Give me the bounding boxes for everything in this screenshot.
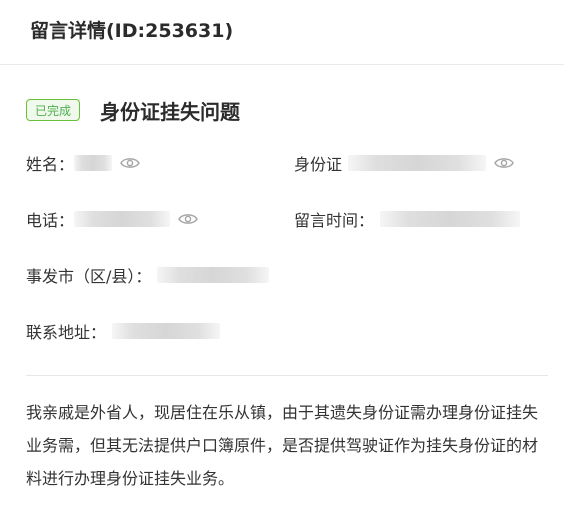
name-masked-value — [74, 155, 113, 171]
eye-icon[interactable] — [178, 212, 198, 226]
phone-masked-value — [74, 211, 171, 227]
address-label: 联系地址： — [26, 323, 107, 342]
message-description: 我亲戚是外省人，现居住在乐从镇，由于其遗失身份证需办理身份证挂失业务需，但其无法… — [26, 403, 539, 488]
page-header: 留言详情(ID:253631) — [0, 0, 564, 65]
info-row-name-id: 姓名： 身份证 — [26, 151, 548, 175]
id-card-label: 身份证 — [294, 155, 343, 174]
phone-field: 电话： — [26, 207, 294, 231]
detail-content: 已完成 身份证挂失问题 姓名： 身份证 电话： 留言时间： 事发市（区/县）： … — [0, 97, 564, 495]
message-time-masked-value — [380, 211, 521, 227]
incident-location-field: 事发市（区/县）： — [26, 263, 270, 287]
issue-title-row: 已完成 身份证挂失问题 — [26, 97, 548, 124]
incident-location-masked-value — [157, 267, 270, 283]
eye-icon[interactable] — [494, 156, 514, 170]
status-badge: 已完成 — [26, 99, 81, 121]
info-row-phone-time: 电话： 留言时间： — [26, 207, 548, 231]
name-label: 姓名： — [26, 155, 75, 174]
eye-icon[interactable] — [120, 156, 140, 170]
id-card-field: 身份证 — [294, 151, 514, 175]
phone-label: 电话： — [26, 211, 75, 230]
info-grid: 姓名： 身份证 电话： 留言时间： 事发市（区/县）： 联系地址： — [26, 151, 548, 343]
name-field: 姓名： — [26, 151, 294, 175]
address-field: 联系地址： — [26, 319, 221, 343]
message-time-label: 留言时间： — [294, 211, 375, 230]
message-time-field: 留言时间： — [294, 207, 521, 231]
incident-location-label: 事发市（区/县）： — [26, 267, 152, 286]
address-masked-value — [112, 323, 221, 339]
info-row-location: 事发市（区/县）： — [26, 263, 548, 287]
info-row-address: 联系地址： — [26, 319, 548, 343]
section-divider — [26, 375, 548, 376]
issue-title: 身份证挂失问题 — [100, 99, 241, 124]
id-card-masked-value — [348, 155, 487, 171]
page-title: 留言详情(ID:253631) — [30, 19, 234, 42]
